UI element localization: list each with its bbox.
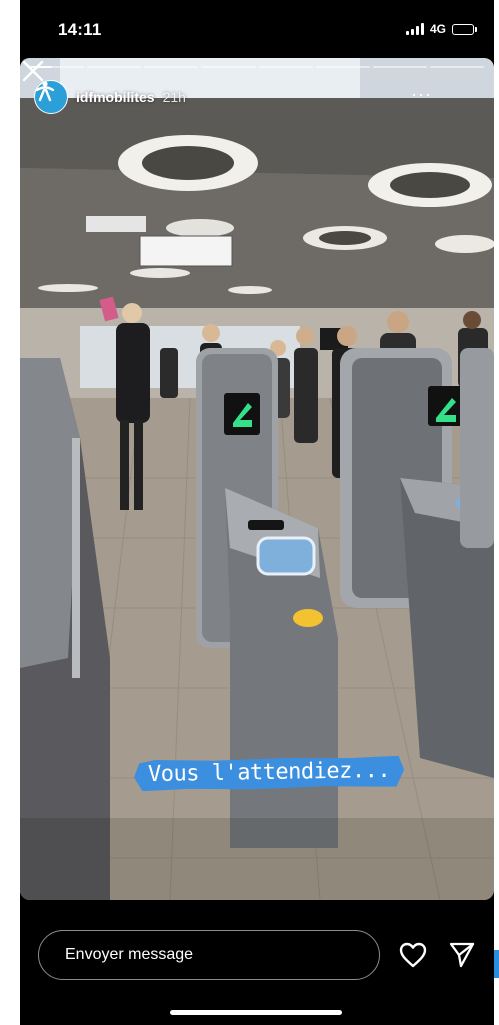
progress-segment [87, 66, 142, 68]
signal-icon [405, 23, 424, 35]
message-placeholder: Envoyer message [65, 946, 194, 963]
progress-segment [258, 66, 313, 68]
progress-segment [144, 66, 199, 68]
message-input[interactable]: Envoyer message [38, 930, 380, 980]
home-indicator[interactable] [170, 1010, 342, 1015]
story-username[interactable]: idfmobilites [76, 89, 155, 105]
battery-icon [452, 23, 477, 35]
story-timestamp: 21h [162, 89, 186, 105]
progress-segment [372, 66, 427, 68]
phone-screen: 14:11 4G idfmobilites 21h ··· Vous l'att… [20, 0, 494, 1025]
status-bar: 14:11 4G [20, 0, 494, 58]
story-progress-bar [30, 66, 484, 68]
status-indicators: 4G [405, 22, 477, 36]
profile-avatar[interactable] [34, 80, 68, 114]
story-caption: Vous l'attendiez... [134, 756, 405, 792]
more-options-button[interactable]: ··· [411, 84, 432, 105]
status-time: 14:11 [58, 20, 102, 39]
heart-icon[interactable] [399, 942, 427, 968]
progress-segment [201, 66, 256, 68]
story-header: idfmobilites 21h [34, 80, 186, 114]
network-label: 4G [429, 22, 446, 36]
close-icon[interactable] [20, 58, 46, 84]
progress-segment [429, 66, 484, 68]
send-icon[interactable] [448, 941, 476, 969]
progress-segment [315, 66, 370, 68]
edge-fragment [494, 950, 499, 978]
story-media[interactable]: idfmobilites 21h ··· Vous l'attendiez... [20, 58, 494, 900]
